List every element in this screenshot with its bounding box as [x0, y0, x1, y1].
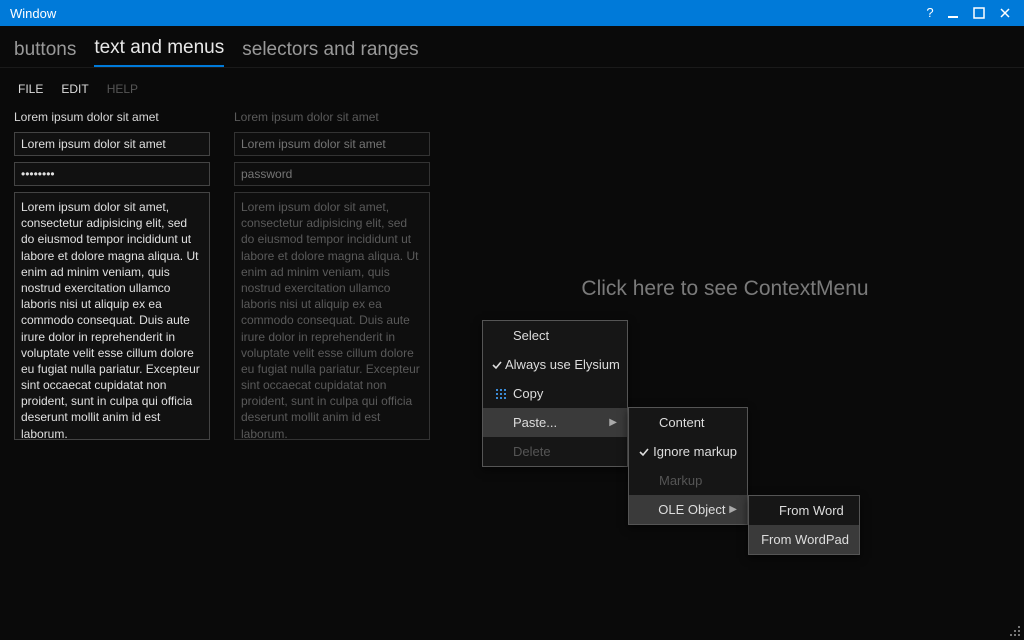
textarea-input[interactable]	[14, 192, 210, 440]
context-submenu-paste: Content Ignore markup Markup OLE Object …	[628, 407, 748, 525]
password-input-disabled	[234, 162, 430, 186]
context-submenu-ole-object: From Word From WordPad	[748, 495, 860, 555]
window-root: Window ? buttons text and menus selector…	[0, 0, 1024, 640]
menu-item-ole-object[interactable]: OLE Object ▶	[629, 495, 747, 524]
column-enabled: Lorem ipsum dolor sit amet	[14, 106, 210, 440]
maximize-icon	[973, 7, 985, 19]
tab-buttons[interactable]: buttons	[14, 39, 76, 67]
maximize-button[interactable]	[966, 7, 992, 19]
help-button[interactable]: ?	[920, 0, 940, 26]
menu-item-label: Always use Elysium	[503, 357, 620, 372]
menu-item-label: Content	[657, 415, 737, 430]
window-title: Window	[10, 6, 56, 21]
menu-item-paste[interactable]: Paste... ▶	[483, 408, 627, 437]
menu-item-label: Copy	[511, 386, 617, 401]
submenu-arrow-icon: ▶	[605, 417, 617, 428]
menu-item-label: Paste...	[511, 415, 605, 430]
column-disabled: Lorem ipsum dolor sit amet	[234, 106, 430, 440]
context-menu: Select Always use Elysium Copy Paste... …	[482, 320, 628, 467]
tab-selectors-and-ranges[interactable]: selectors and ranges	[242, 39, 418, 67]
check-icon	[637, 446, 651, 458]
close-button[interactable]	[992, 7, 1018, 19]
menu-item-from-word[interactable]: From Word	[749, 496, 859, 525]
menu-help: HELP	[107, 82, 138, 96]
resize-grip[interactable]	[1007, 623, 1021, 637]
field-label: Lorem ipsum dolor sit amet	[14, 110, 210, 124]
menu-item-from-wordpad[interactable]: From WordPad	[749, 525, 859, 554]
tab-text-and-menus[interactable]: text and menus	[94, 37, 224, 67]
menu-item-label: OLE Object	[656, 502, 725, 517]
contextmenu-hint: Click here to see ContextMenu	[581, 277, 868, 301]
minimize-button[interactable]	[940, 7, 966, 19]
textarea-input-disabled	[234, 192, 430, 440]
menu-item-label: From Word	[777, 503, 849, 518]
text-input-disabled	[234, 132, 430, 156]
menu-item-label: Select	[511, 328, 617, 343]
menu-item-select[interactable]: Select	[483, 321, 627, 350]
text-input[interactable]	[14, 132, 210, 156]
menu-edit[interactable]: EDIT	[61, 82, 88, 96]
menu-item-copy[interactable]: Copy	[483, 379, 627, 408]
menu-item-label: Delete	[511, 444, 617, 459]
menu-item-content[interactable]: Content	[629, 408, 747, 437]
tabstrip: buttons text and menus selectors and ran…	[0, 26, 1024, 68]
menu-file[interactable]: FILE	[18, 82, 43, 96]
menu-item-label: From WordPad	[759, 532, 849, 547]
grid-icon	[491, 388, 511, 400]
menu-item-always-use-elysium[interactable]: Always use Elysium	[483, 350, 627, 379]
menu-item-label: Ignore markup	[651, 444, 737, 459]
check-icon	[491, 359, 503, 371]
menu-item-markup: Markup	[629, 466, 747, 495]
menu-item-ignore-markup[interactable]: Ignore markup	[629, 437, 747, 466]
submenu-arrow-icon: ▶	[725, 504, 737, 515]
password-input[interactable]	[14, 162, 210, 186]
minimize-icon	[947, 7, 959, 19]
menu-item-delete: Delete	[483, 437, 627, 466]
field-label: Lorem ipsum dolor sit amet	[234, 110, 430, 124]
close-icon	[999, 7, 1011, 19]
menu-item-label: Markup	[657, 473, 737, 488]
titlebar: Window ?	[0, 0, 1024, 26]
